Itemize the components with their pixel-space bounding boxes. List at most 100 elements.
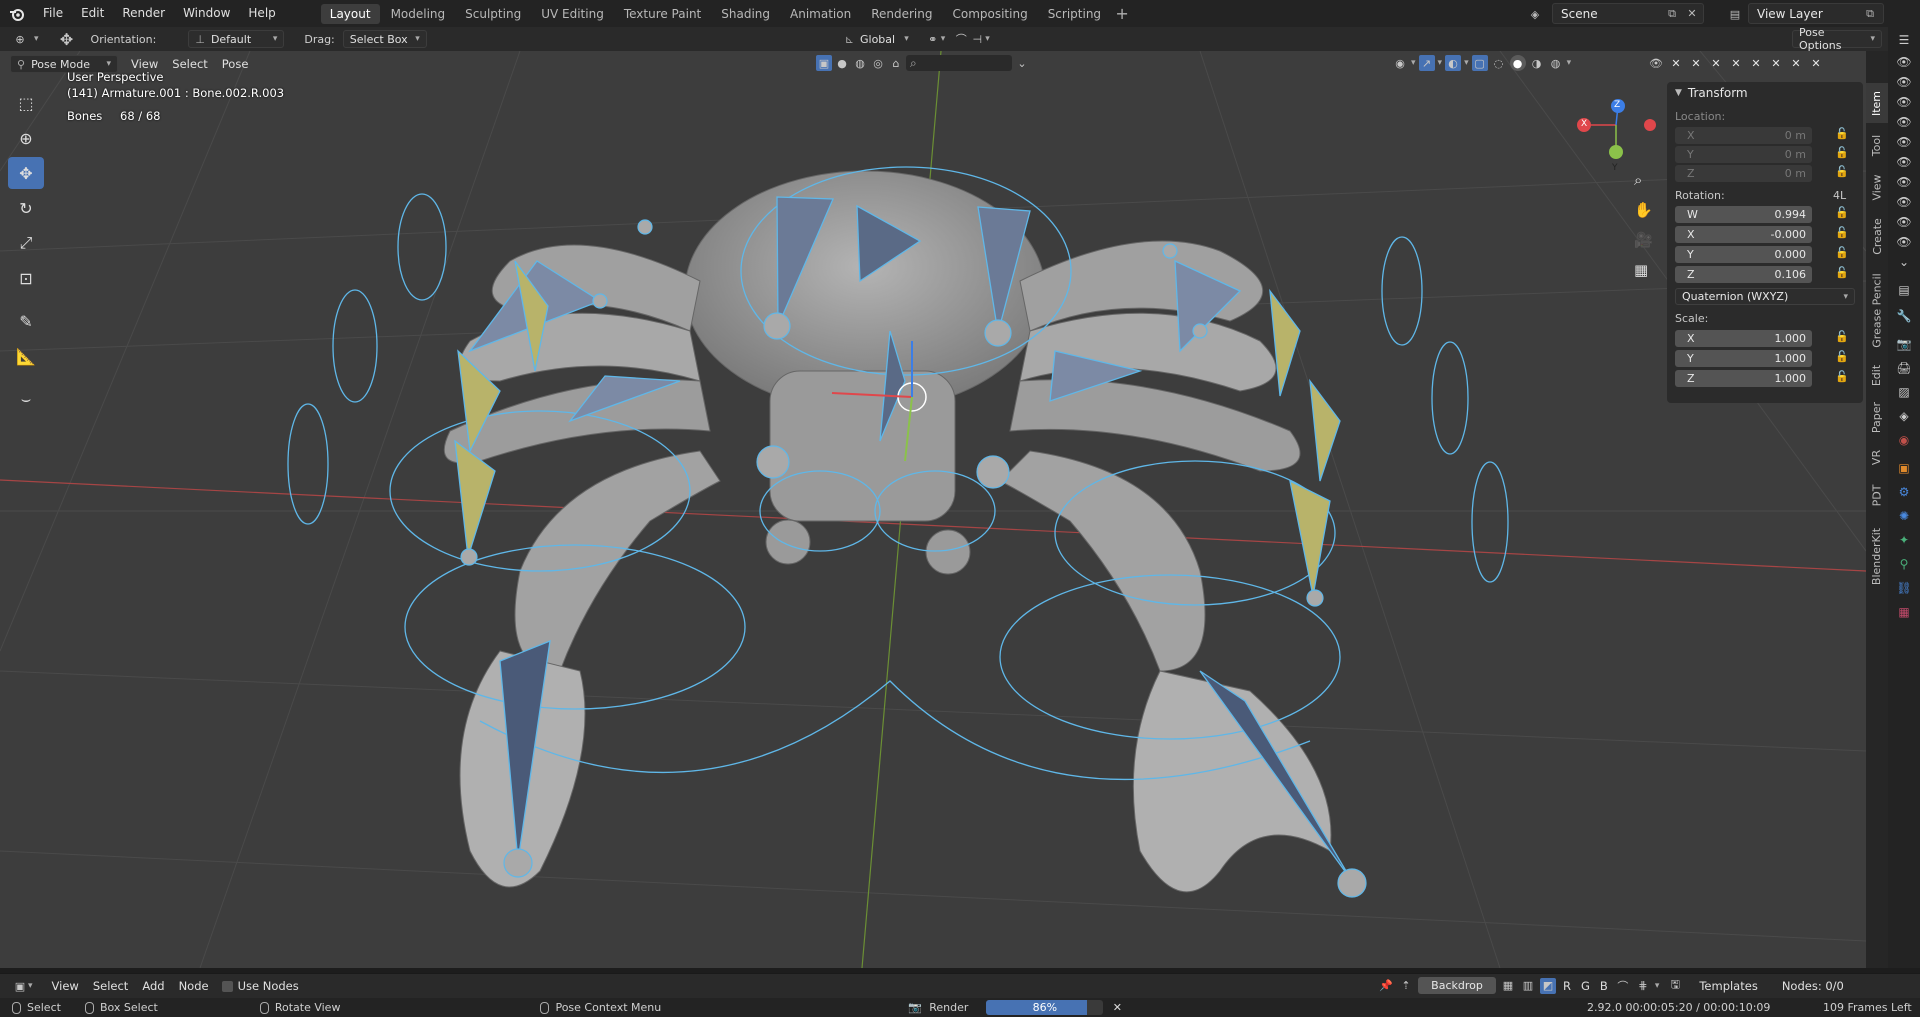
output-properties-icon[interactable]: 🖨 [1895, 359, 1913, 377]
view-layer-properties-icon[interactable]: ▨ [1895, 383, 1913, 401]
viewport-menu-select[interactable]: Select [165, 57, 214, 71]
lock-icon[interactable]: 🔓 [1835, 226, 1849, 239]
texture-properties-icon[interactable]: ▦ [1895, 603, 1913, 621]
orientation-dropdown[interactable]: ⊥ Default ▾ [188, 30, 285, 48]
tab-uv-editing[interactable]: UV Editing [532, 4, 613, 24]
viewport-scene[interactable] [0, 51, 1866, 968]
tab-rendering[interactable]: Rendering [862, 4, 941, 24]
channel-b[interactable]: B [1597, 979, 1611, 993]
chevron-down-icon[interactable]: ▾ [1438, 58, 1443, 68]
material-shading-icon[interactable]: ◑ [1529, 55, 1545, 71]
node-menu-view[interactable]: View [45, 979, 86, 993]
snap-target-icon[interactable]: ⊣ [969, 31, 985, 47]
visibility-icon[interactable]: ◉ [1392, 55, 1408, 71]
backdrop-toggle[interactable]: Backdrop [1418, 977, 1496, 994]
rotation-mode-dropdown[interactable]: Quaternion (WXYZ) ▾ [1675, 288, 1855, 305]
menu-help[interactable]: Help [239, 0, 284, 27]
backdrop-color-icon[interactable]: ◩ [1540, 977, 1556, 994]
render-properties-icon[interactable]: 📷 [1895, 335, 1913, 353]
tab-blenderkit[interactable]: BlenderKit [1866, 517, 1888, 595]
eye-icon[interactable]: 👁 [1895, 233, 1913, 251]
backdrop-image-icon[interactable]: ▦ [1500, 978, 1516, 994]
zoom-icon[interactable]: ⌕ [1634, 171, 1658, 201]
close-icon[interactable]: ✕ [1708, 55, 1724, 71]
tab-vr[interactable]: VR [1866, 441, 1888, 473]
tab-shading[interactable]: Shading [712, 4, 779, 24]
search-input[interactable]: ⌕ [906, 55, 1012, 71]
snap-icon[interactable]: ⌒ [1615, 978, 1631, 994]
pose-path-tool[interactable]: ⌣ [8, 383, 44, 415]
location-x-field[interactable]: X 0 m [1675, 127, 1812, 144]
view-layer-selector[interactable]: View Layer ⧉ [1748, 3, 1884, 24]
rotate-tool[interactable]: ↻ [8, 192, 44, 224]
eye-icon[interactable]: 👁 [1895, 73, 1913, 91]
snap-icon[interactable]: ⌒ [953, 31, 969, 47]
channel-r[interactable]: R [1560, 979, 1574, 993]
tab-view[interactable]: View [1866, 167, 1888, 207]
blender-logo-icon[interactable] [0, 0, 34, 27]
sphere-icon[interactable]: ● [834, 55, 850, 71]
lock-icon[interactable]: 🔓 [1835, 266, 1849, 279]
camera-icon[interactable]: 🎥 [1634, 231, 1658, 261]
chevron-down-icon[interactable]: ▾ [1464, 58, 1469, 68]
eye-icon[interactable]: 👁 [1895, 213, 1913, 231]
close-icon[interactable]: ✕ [1808, 55, 1824, 71]
lock-icon[interactable]: 🔓 [1835, 330, 1849, 343]
eye-icon[interactable]: 👁 [1895, 53, 1913, 71]
tab-paper[interactable]: Paper [1866, 395, 1888, 439]
rotation-z-field[interactable]: Z 0.106 [1675, 266, 1812, 283]
move-tool[interactable]: ✥ [8, 157, 44, 189]
eye-icon[interactable]: 👁 [1895, 173, 1913, 191]
tab-pdt[interactable]: PDT [1866, 477, 1888, 513]
cancel-render-icon[interactable]: ✕ [1109, 1000, 1125, 1016]
outliner-editor-icon[interactable]: ☰ [1895, 31, 1913, 49]
tab-layout[interactable]: Layout [320, 3, 380, 24]
tab-animation[interactable]: Animation [781, 4, 860, 24]
view-layer-icon[interactable]: ▤ [1726, 5, 1744, 23]
3d-viewport[interactable]: X Y Z ⚲ Pose Mode ▾ View Select Pose ▣ ● … [0, 51, 1866, 968]
menu-render[interactable]: Render [113, 0, 174, 27]
rotation-w-field[interactable]: W 0.994 [1675, 206, 1812, 223]
lock-icon[interactable]: 🔓 [1835, 127, 1849, 140]
eye-icon[interactable]: 👁 [1648, 55, 1664, 71]
scene-selector[interactable]: Scene ⧉ ✕ [1552, 3, 1704, 24]
viewport-menu-view[interactable]: View [124, 57, 165, 71]
chevron-down-icon[interactable]: ▾ [1411, 58, 1416, 68]
scale-x-field[interactable]: X 1.000 [1675, 330, 1812, 347]
modifier-properties-icon[interactable]: ⚙ [1895, 483, 1913, 501]
menu-window[interactable]: Window [174, 0, 239, 27]
viewport-menu-pose[interactable]: Pose [215, 57, 256, 71]
tab-compositing[interactable]: Compositing [943, 4, 1036, 24]
close-icon[interactable]: ✕ [1668, 55, 1684, 71]
scale-tool[interactable]: ⤢ [8, 227, 44, 259]
tab-scripting[interactable]: Scripting [1039, 4, 1110, 24]
chevron-down-icon[interactable]: ⌄ [1895, 253, 1913, 271]
transform-orientation-dropdown[interactable]: ⊾ Global ▾ [839, 30, 915, 48]
lock-icon[interactable]: 🔓 [1835, 246, 1849, 259]
eye-icon[interactable]: 👁 [1895, 153, 1913, 171]
copy-scene-icon[interactable]: ⧉ [1663, 5, 1681, 23]
chevron-down-icon[interactable]: ▾ [28, 981, 33, 991]
chevron-down-icon[interactable]: ▾ [34, 34, 39, 44]
lock-icon[interactable]: 🔓 [1835, 146, 1849, 159]
material-preview-icon[interactable]: ◎ [870, 55, 886, 71]
gizmo-x-label[interactable]: X [1581, 119, 1587, 129]
node-menu-select[interactable]: Select [86, 979, 135, 993]
close-icon[interactable]: ✕ [1768, 55, 1784, 71]
xray-icon[interactable]: ▢ [1471, 55, 1488, 71]
backdrop-alpha-icon[interactable]: ▥ [1520, 978, 1536, 994]
add-workspace-button[interactable]: + [1112, 4, 1132, 23]
chevron-down-icon[interactable]: ▾ [1567, 58, 1572, 68]
tool-properties-icon[interactable]: 🔧 [1895, 307, 1913, 325]
parent-node-icon[interactable]: ⇡ [1398, 978, 1414, 994]
solid-shading-icon[interactable]: ● [1509, 55, 1526, 71]
gizmo-z-label[interactable]: Z [1614, 100, 1620, 110]
tab-grease-pencil[interactable]: Grease Pencil [1866, 265, 1888, 355]
close-icon[interactable]: ✕ [1748, 55, 1764, 71]
pin-icon[interactable]: 📌 [1378, 978, 1394, 994]
constraint-properties-icon[interactable]: ⛓ [1895, 579, 1913, 597]
tab-edit[interactable]: Edit [1866, 357, 1888, 393]
tab-tool[interactable]: Tool [1866, 127, 1888, 163]
material-icon[interactable]: ◍ [852, 55, 868, 71]
grid-icon[interactable]: ▦ [1634, 261, 1658, 291]
